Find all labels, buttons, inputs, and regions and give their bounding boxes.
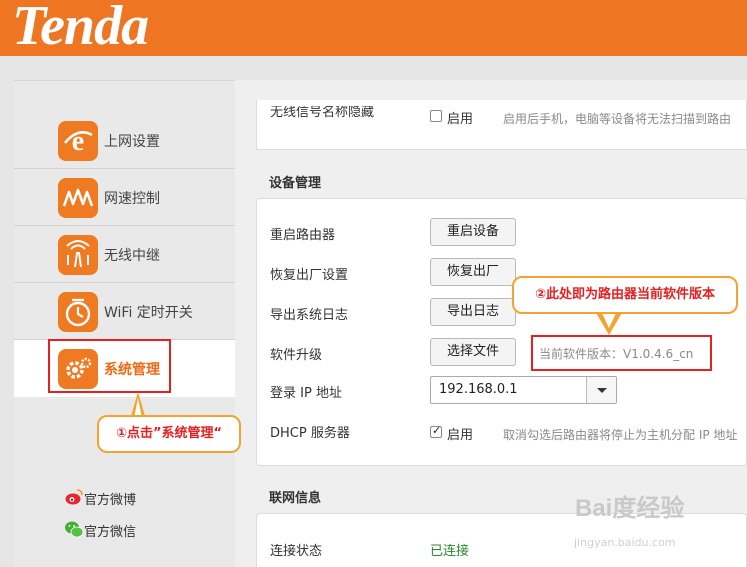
system-management-highlight-box: [48, 339, 171, 393]
sidebar-item-label: 上网设置: [104, 134, 160, 150]
weibo-icon: [65, 489, 83, 505]
device-management-title: 设备管理: [269, 176, 322, 191]
hide-ssid-checkbox[interactable]: [430, 110, 442, 122]
hide-ssid-hint: 启用后手机，电脑等设备将无法扫描到路由: [503, 112, 732, 126]
sidebar-item-wifi-timer[interactable]: WiFi 定时开关: [14, 283, 235, 340]
factory-reset-button[interactable]: 恢复出厂: [430, 258, 516, 286]
reboot-router-label: 重启路由器: [270, 228, 336, 243]
login-ip-label: 登录 IP 地址: [270, 386, 342, 401]
dhcp-hint: 取消勾选后路由器将停止为主机分配 IP 地址: [503, 428, 738, 442]
login-ip-value: 192.168.0.1: [439, 382, 518, 397]
dhcp-server-label: DHCP 服务器: [270, 426, 350, 441]
sidebar-item-label: 无线中继: [104, 248, 160, 264]
factory-reset-label: 恢复出厂设置: [270, 268, 349, 283]
speed-wave-icon: [58, 178, 98, 218]
export-log-label: 导出系统日志: [270, 308, 349, 323]
wireless-repeater-icon: [58, 235, 98, 275]
baidu-jingyan-url: jingyan.baidu.com: [574, 536, 676, 549]
sidebar-item-internet-settings[interactable]: e 上网设置: [14, 112, 235, 169]
sidebar: e 上网设置 网速控制 无线中继 WiFi 定时开关 系统管理 官方微博 官方微…: [14, 80, 235, 567]
export-log-button[interactable]: 导出日志: [430, 298, 516, 326]
connection-status-label: 连接状态: [270, 544, 323, 559]
hide-ssid-label: 无线信号名称隐藏: [270, 106, 375, 120]
wechat-icon: [65, 521, 84, 538]
svg-text:e: e: [72, 126, 84, 157]
reboot-button[interactable]: 重启设备: [430, 218, 516, 246]
network-info-title: 联网信息: [269, 491, 322, 506]
top-header: Tenda: [0, 0, 747, 56]
sidebar-item-label: 网速控制: [104, 191, 160, 207]
connection-status-value: 已连接: [430, 544, 470, 559]
hide-ssid-enable-label: 启用: [447, 112, 474, 127]
dhcp-enable-checkbox[interactable]: [430, 424, 442, 438]
internet-e-icon: e: [58, 121, 98, 161]
choose-file-button[interactable]: 选择文件: [430, 338, 516, 366]
firmware-version-callout: ②此处即为路由器当前软件版本: [512, 276, 738, 314]
firmware-version-highlight-box: [531, 335, 712, 371]
sidebar-item-speed-control[interactable]: 网速控制: [14, 169, 235, 226]
click-system-management-callout: ①点击”系统管理“: [97, 415, 241, 453]
firmware-upgrade-label: 软件升级: [270, 348, 323, 363]
sidebar-item-wireless-repeater[interactable]: 无线中继: [14, 226, 235, 283]
baidu-jingyan-watermark: Bai度经验: [575, 495, 685, 522]
tenda-logo: Tenda: [12, 0, 149, 57]
sidebar-item-label: WiFi 定时开关: [104, 305, 193, 321]
login-ip-select[interactable]: 192.168.0.1: [430, 376, 617, 404]
chevron-down-icon[interactable]: [586, 377, 616, 403]
dhcp-enable-label: 启用: [447, 428, 474, 443]
wifi-timer-icon: [58, 292, 98, 332]
